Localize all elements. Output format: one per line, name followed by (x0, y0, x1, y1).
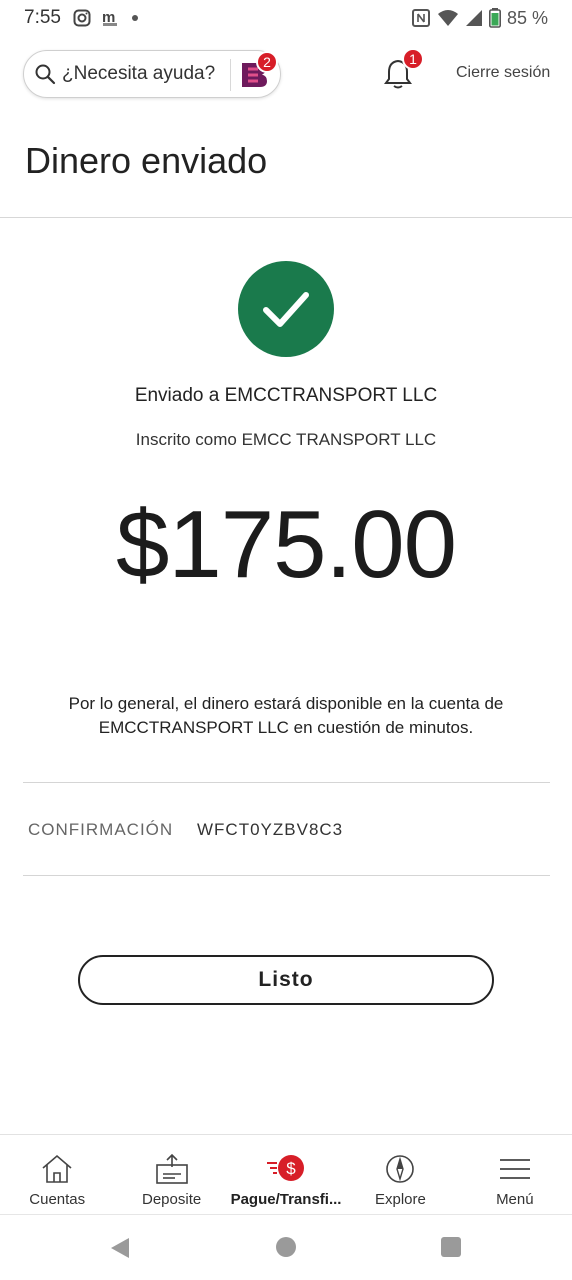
signal-icon (465, 10, 482, 26)
sent-to-text: Enviado a EMCCTRANSPORT LLC (134, 385, 438, 406)
logout-link[interactable]: Cierre sesión (456, 64, 550, 82)
dot-icon (131, 15, 138, 21)
deposit-icon (155, 1153, 188, 1184)
back-icon[interactable] (109, 1237, 131, 1259)
compass-icon (386, 1155, 415, 1183)
search-icon (35, 64, 56, 85)
svg-text:$: $ (286, 1159, 296, 1178)
home-icon (42, 1154, 72, 1183)
app-header: ¿Necesita ayuda? 2 1 Cierre sesión (0, 48, 572, 100)
divider (23, 782, 550, 783)
menu-icon (499, 1159, 530, 1179)
amount-sent: $175.00 (115, 491, 457, 598)
enrolled-as-text: Inscrito como EMCC TRANSPORT LLC (135, 430, 437, 449)
home-button-icon[interactable] (276, 1237, 296, 1257)
battery-icon (488, 8, 501, 28)
nav-item-explore[interactable]: Explore (343, 1135, 457, 1214)
status-time: 7:55 (24, 7, 61, 28)
nav-item-deposit[interactable]: Deposite (114, 1135, 228, 1214)
notifications-badge: 1 (402, 48, 424, 70)
instagram-icon (73, 9, 91, 27)
recent-apps-icon[interactable] (441, 1237, 461, 1257)
confirmation-label: CONFIRMACIÓN (28, 820, 174, 839)
wifi-icon (437, 10, 458, 26)
page-title: Dinero enviado (25, 140, 268, 181)
system-nav-bar (0, 1214, 572, 1280)
assistant-badge: 2 (256, 51, 278, 73)
pill-divider (230, 59, 231, 91)
search-placeholder: ¿Necesita ayuda? (62, 63, 216, 84)
checkmark-icon (263, 292, 309, 327)
nav-label-accounts: Cuentas (29, 1191, 86, 1208)
nav-label-pay-transfer: Pague/Transfi... (230, 1191, 342, 1208)
nav-label-menu: Menú (496, 1191, 534, 1208)
nfc-icon (411, 9, 430, 27)
nav-label-deposit: Deposite (142, 1191, 202, 1208)
done-button[interactable]: Listo (78, 955, 494, 1005)
nav-item-menu[interactable]: Menú (458, 1135, 572, 1214)
success-check-icon (238, 261, 334, 357)
nav-label-explore: Explore (374, 1191, 426, 1208)
nav-item-accounts[interactable]: Cuentas (0, 1135, 114, 1214)
divider (23, 875, 550, 876)
battery-level: 85 % (506, 7, 548, 28)
nav-item-pay-transfer[interactable]: $ Pague/Transfi... (229, 1135, 343, 1214)
app-m-icon: m (102, 9, 117, 26)
pay-transfer-icon: $ (267, 1155, 305, 1181)
availability-info: Por lo general, el dinero estará disponi… (68, 694, 504, 737)
status-bar: 7:55 m 85 % (0, 0, 572, 36)
help-search-button[interactable]: ¿Necesita ayuda? 2 (23, 50, 281, 98)
confirmation-number: WFCT0YZBV8C3 (197, 820, 344, 839)
bottom-nav: Cuentas Deposite $ Pague/Transfi... Expl… (0, 1134, 572, 1214)
title-divider (0, 217, 572, 218)
